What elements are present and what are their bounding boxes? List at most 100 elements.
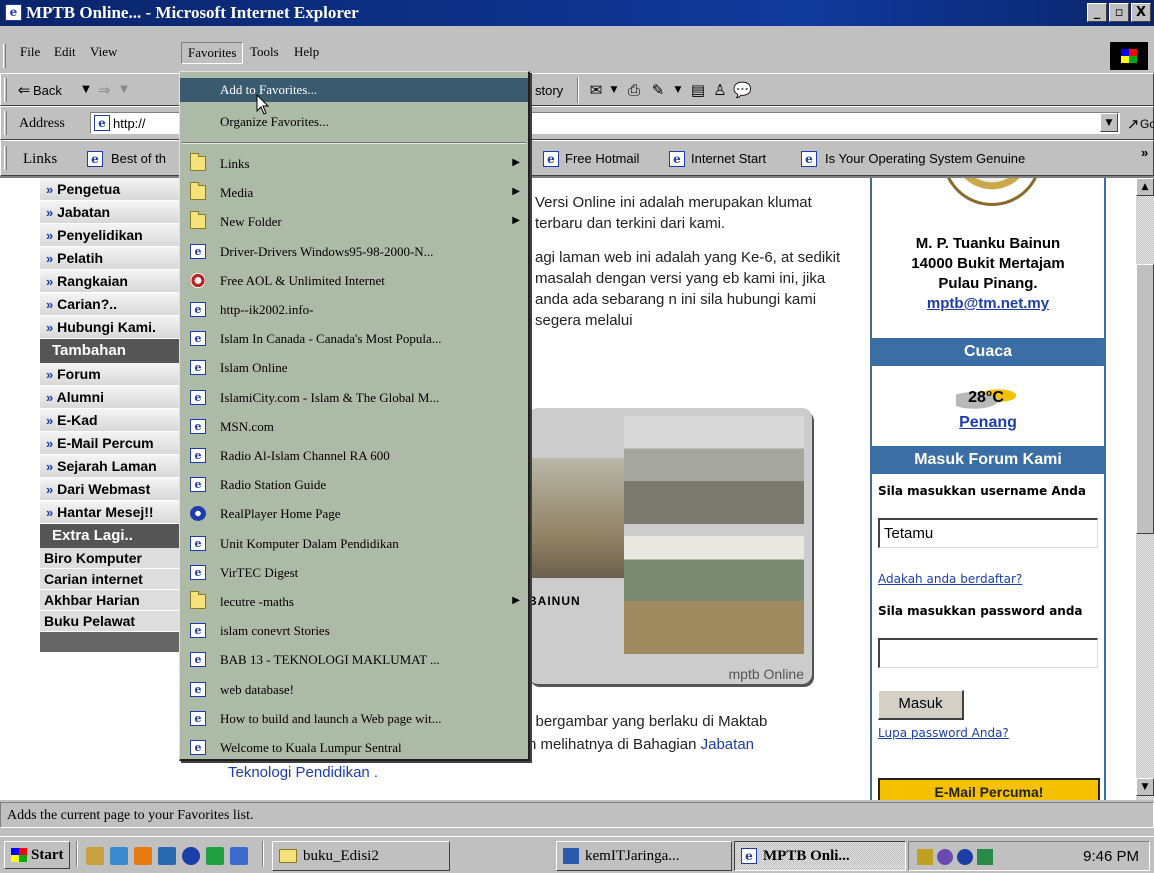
network-icon[interactable] bbox=[977, 849, 993, 865]
email-link[interactable]: mptb@tm.net.my bbox=[872, 294, 1104, 314]
sidebar-link[interactable]: » Pengetua bbox=[40, 178, 180, 201]
sidebar-link[interactable]: » Hubungi Kami. bbox=[40, 316, 180, 339]
favorite-item[interactable]: e BAB 13 - TEKNOLOGI MAKLUMAT ... bbox=[180, 648, 528, 672]
favorite-item[interactable]: e VirTEC Digest bbox=[180, 561, 528, 585]
link-internet-start[interactable]: Internet Start bbox=[691, 151, 766, 166]
username-input[interactable]: Tetamu bbox=[878, 518, 1098, 548]
sidebar-link[interactable]: » Forum bbox=[40, 363, 180, 386]
history-button[interactable]: story bbox=[535, 83, 563, 98]
sidebar-link[interactable]: » Sejarah Laman bbox=[40, 455, 180, 478]
favorite-item[interactable]: e Islam In Canada - Canada's Most Popula.… bbox=[180, 327, 528, 351]
favorite-item[interactable]: RealPlayer Home Page bbox=[180, 502, 528, 526]
link-os-genuine[interactable]: Is Your Operating System Genuine bbox=[825, 151, 1025, 166]
sidebar-link[interactable]: » Alumni bbox=[40, 386, 180, 409]
sidebar-link[interactable]: » Jabatan bbox=[40, 201, 180, 224]
sidebar-link[interactable]: Buku Pelawat bbox=[40, 611, 180, 632]
favorite-item[interactable]: Free AOL & Unlimited Internet bbox=[180, 269, 528, 293]
registered-link[interactable]: Adakah anda berdaftar? bbox=[878, 572, 1022, 586]
sidebar-link[interactable]: » Rangkaian bbox=[40, 270, 180, 293]
favorite-item[interactable]: e http--ik2002.info- bbox=[180, 298, 528, 322]
back-arrow-icon[interactable]: ⇐ bbox=[15, 81, 33, 99]
scroll-down-icon[interactable]: ▼ bbox=[1136, 778, 1154, 796]
maximize-button[interactable]: ▫ bbox=[1109, 3, 1129, 22]
outlook-icon[interactable] bbox=[158, 847, 176, 865]
mail-dropdown-icon[interactable]: ▼ bbox=[605, 81, 623, 99]
city-link[interactable]: Penang bbox=[872, 414, 1104, 432]
favorite-item[interactable]: e Radio Al-Islam Channel RA 600 bbox=[180, 444, 528, 468]
links-overflow-icon[interactable]: » bbox=[1141, 145, 1148, 160]
forward-arrow-icon[interactable]: ⇒ bbox=[95, 81, 113, 99]
back-dropdown-icon[interactable]: ▼ bbox=[77, 81, 95, 99]
sidebar-link[interactable]: Biro Komputer bbox=[40, 548, 180, 569]
favorite-item[interactable]: e Welcome to Kuala Lumpur Sentral bbox=[180, 736, 528, 760]
start-button[interactable]: Start bbox=[4, 841, 70, 869]
vertical-scrollbar[interactable]: ▲ ▼ bbox=[1136, 178, 1154, 800]
task-buku-edisi2[interactable]: buku_Edisi2 bbox=[272, 841, 450, 871]
task-kemitjaringa[interactable]: kemITJaringa... bbox=[556, 841, 732, 871]
realplayer-quicklaunch-icon[interactable] bbox=[182, 847, 200, 865]
sidebar-link[interactable]: » Hantar Mesej!! bbox=[40, 501, 180, 524]
favorite-item[interactable]: lecutre -maths ▶ bbox=[180, 590, 528, 614]
menu-view[interactable]: View bbox=[84, 42, 123, 62]
sidebar-link[interactable]: Carian internet bbox=[40, 569, 180, 590]
scroll-thumb[interactable] bbox=[1136, 264, 1154, 534]
messenger-icon[interactable]: ♙ bbox=[711, 81, 729, 99]
jabatan-link[interactable]: Jabatan bbox=[701, 736, 754, 753]
favorite-item[interactable]: e How to build and launch a Web page wit.… bbox=[180, 707, 528, 731]
window-title-bar[interactable]: e MPTB Online... - Microsoft Internet Ex… bbox=[0, 0, 1154, 26]
favorite-item[interactable]: e Radio Station Guide bbox=[180, 473, 528, 497]
task-mptb-online[interactable]: e MPTB Onli... bbox=[734, 841, 906, 871]
tray-app-icon[interactable] bbox=[937, 849, 953, 865]
favorite-item[interactable]: e Driver-Drivers Windows95-98-2000-N... bbox=[180, 240, 528, 264]
media-player-icon[interactable] bbox=[134, 847, 152, 865]
favorite-item[interactable]: Media ▶ bbox=[180, 181, 528, 205]
volume-icon[interactable] bbox=[917, 849, 933, 865]
favorite-item[interactable]: e MSN.com bbox=[180, 415, 528, 439]
sidebar-link[interactable]: » Carian?.. bbox=[40, 293, 180, 316]
forward-dropdown-icon[interactable]: ▼ bbox=[115, 81, 133, 99]
show-desktop-icon[interactable] bbox=[86, 847, 104, 865]
back-button[interactable]: Back bbox=[33, 83, 62, 98]
quicklaunch-app-icon[interactable] bbox=[110, 847, 128, 865]
sidebar-link[interactable]: » E-Mail Percum bbox=[40, 432, 180, 455]
login-button[interactable]: Masuk bbox=[878, 690, 964, 720]
clock[interactable]: 9:46 PM bbox=[1083, 848, 1139, 865]
menu-tools[interactable]: Tools bbox=[244, 42, 285, 62]
favorite-item[interactable]: e IslamiCity.com - Islam & The Global M..… bbox=[180, 386, 528, 410]
organize-favorites-item[interactable]: Organize Favorites... bbox=[180, 110, 528, 134]
discuss-icon[interactable]: ▤ bbox=[689, 81, 707, 99]
teknologi-pendidikan-link[interactable]: Teknologi Pendidikan . bbox=[228, 764, 378, 781]
minimize-button[interactable]: _ bbox=[1087, 3, 1107, 22]
mail-icon[interactable]: ✉ bbox=[587, 81, 605, 99]
favorite-item[interactable]: Links ▶ bbox=[180, 152, 528, 176]
favorite-item[interactable]: New Folder ▶ bbox=[180, 210, 528, 234]
menu-edit[interactable]: Edit bbox=[48, 42, 82, 62]
menu-help[interactable]: Help bbox=[288, 42, 325, 62]
link-best-of-web[interactable]: Best of th bbox=[111, 151, 166, 166]
sidebar-link[interactable]: » Pelatih bbox=[40, 247, 180, 270]
edit-dropdown-icon[interactable]: ▼ bbox=[669, 81, 687, 99]
sidebar-link[interactable]: Akhbar Harian bbox=[40, 590, 180, 611]
chat-icon[interactable]: 💬 bbox=[733, 81, 752, 99]
favorite-item[interactable]: e Unit Komputer Dalam Pendidikan bbox=[180, 532, 528, 556]
menu-favorites[interactable]: Favorites bbox=[181, 42, 244, 64]
sidebar-link[interactable]: » Dari Webmast bbox=[40, 478, 180, 501]
favorite-item[interactable]: e Islam Online bbox=[180, 356, 528, 380]
quicklaunch-green-icon[interactable] bbox=[206, 847, 224, 865]
favorite-item[interactable]: e islam conevrt Stories bbox=[180, 619, 528, 643]
favorite-item[interactable]: e web database! bbox=[180, 678, 528, 702]
close-button[interactable]: X bbox=[1131, 3, 1151, 22]
realplayer-tray-icon[interactable] bbox=[957, 849, 973, 865]
sidebar-link[interactable]: » E-Kad bbox=[40, 409, 180, 432]
link-free-hotmail[interactable]: Free Hotmail bbox=[565, 151, 639, 166]
add-to-favorites-item[interactable]: Add to Favorites... bbox=[180, 78, 528, 102]
edit-icon[interactable]: ✎ bbox=[649, 81, 667, 99]
forgot-password-link[interactable]: Lupa password Anda? bbox=[878, 726, 1009, 740]
sidebar-link[interactable]: » Penyelidikan bbox=[40, 224, 180, 247]
password-input[interactable] bbox=[878, 638, 1098, 668]
free-email-banner[interactable]: E-Mail Percuma! bbox=[878, 778, 1100, 800]
ie-quicklaunch-icon[interactable] bbox=[230, 847, 248, 865]
go-button[interactable]: Go bbox=[1140, 117, 1154, 131]
address-dropdown-icon[interactable]: ▼ bbox=[1100, 113, 1118, 132]
print-icon[interactable]: ⎙ bbox=[625, 81, 643, 99]
